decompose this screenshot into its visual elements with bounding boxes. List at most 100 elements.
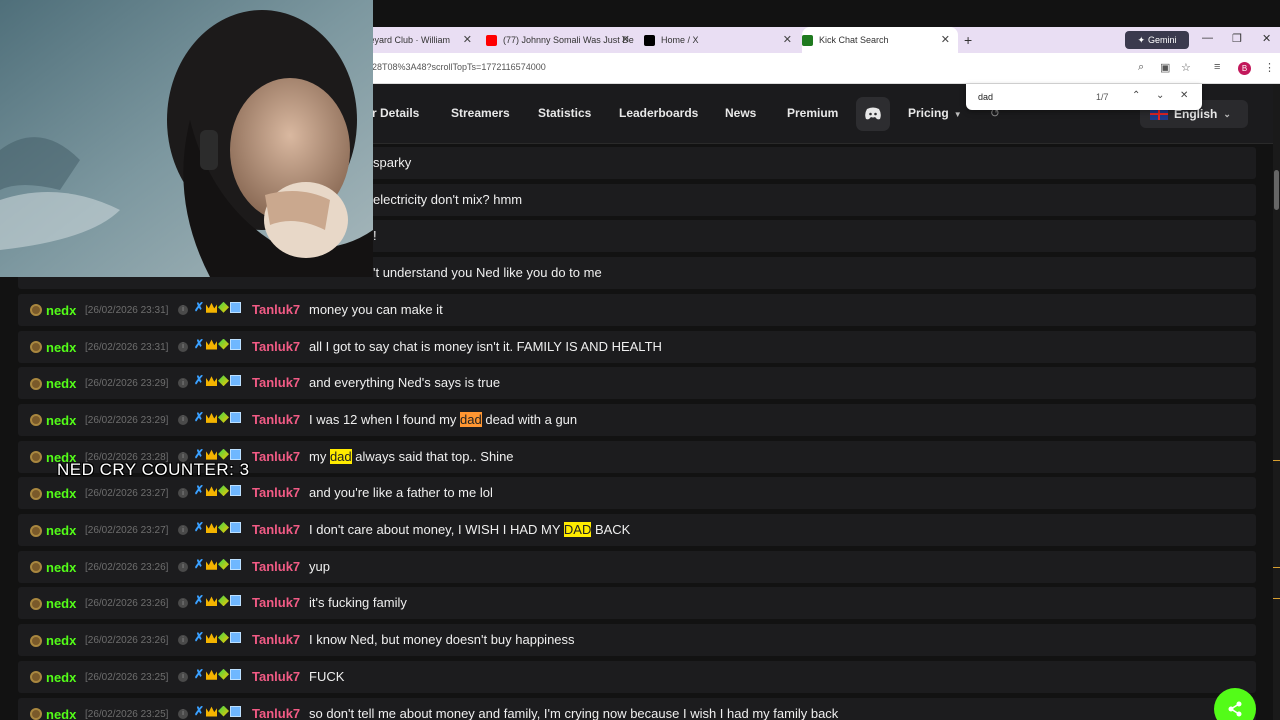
timestamp[interactable]: [26/02/2026 23:29] xyxy=(85,415,168,426)
nav-link-premium[interactable]: Premium xyxy=(787,106,838,120)
channel-tag[interactable]: nedx xyxy=(30,707,76,720)
gemini-button[interactable]: ✦ Gemini xyxy=(1125,31,1189,49)
find-previous-icon[interactable]: ⌃ xyxy=(1132,90,1140,101)
search-highlight: dad xyxy=(460,411,482,427)
info-icon[interactable]: i xyxy=(178,708,188,719)
timestamp[interactable]: [26/02/2026 23:26] xyxy=(85,635,168,646)
info-icon[interactable]: i xyxy=(178,488,188,499)
browser-tab[interactable]: (77) Johnny Somali Was Just De ✕ xyxy=(486,27,638,53)
reading-list-icon[interactable]: ≡ xyxy=(1214,61,1220,73)
channel-tag[interactable]: nedx xyxy=(30,560,76,575)
scrollbar-marker xyxy=(1273,567,1280,568)
info-icon[interactable]: i xyxy=(178,561,188,572)
timestamp[interactable]: [26/02/2026 23:25] xyxy=(85,672,168,683)
nav-link-details[interactable]: r Details xyxy=(372,106,419,120)
channel-name[interactable]: nedx xyxy=(46,303,76,318)
scrollbar-thumb[interactable] xyxy=(1274,170,1279,210)
browser-tab-active[interactable]: Kick Chat Search ✕ xyxy=(802,27,958,53)
username[interactable]: Tanluk7 xyxy=(252,449,300,464)
channel-tag[interactable]: nedx xyxy=(30,596,76,611)
browser-tab[interactable]: aveyard Club · William ✕ xyxy=(360,27,480,53)
tab-close-icon[interactable]: ✕ xyxy=(941,33,950,46)
username[interactable]: Tanluk7 xyxy=(252,339,300,354)
tab-close-icon[interactable]: ✕ xyxy=(463,33,472,46)
timestamp[interactable]: [26/02/2026 23:29] xyxy=(85,378,168,389)
tab-close-icon[interactable]: ✕ xyxy=(621,33,630,46)
info-icon[interactable]: i xyxy=(178,598,188,609)
crown-badge-icon xyxy=(206,669,217,680)
channel-name[interactable]: nedx xyxy=(46,486,76,501)
gem-badge-icon xyxy=(218,705,229,717)
nav-link-news[interactable]: News xyxy=(725,106,756,120)
nav-pricing-dropdown[interactable]: Pricing ▼ xyxy=(908,106,962,120)
find-next-icon[interactable]: ⌄ xyxy=(1156,90,1164,101)
channel-tag[interactable]: nedx xyxy=(30,340,76,355)
username[interactable]: Tanluk7 xyxy=(252,375,300,390)
channel-name[interactable]: nedx xyxy=(46,633,76,648)
info-icon[interactable]: i xyxy=(178,341,188,352)
channel-name[interactable]: nedx xyxy=(46,596,76,611)
channel-tag[interactable]: nedx xyxy=(30,670,76,685)
search-highlight: dad xyxy=(329,448,352,464)
timestamp[interactable]: [26/02/2026 23:31] xyxy=(85,305,168,316)
timestamp[interactable]: [26/02/2026 23:26] xyxy=(85,598,168,609)
browser-tab[interactable]: Home / X ✕ xyxy=(644,27,800,53)
channel-tag[interactable]: nedx xyxy=(30,376,76,391)
username[interactable]: Tanluk7 xyxy=(252,706,300,720)
info-icon[interactable]: i xyxy=(178,378,188,389)
channel-name[interactable]: nedx xyxy=(46,523,76,538)
message-fragment: my xyxy=(309,448,330,464)
username[interactable]: Tanluk7 xyxy=(252,632,300,647)
timestamp[interactable]: [26/02/2026 23:27] xyxy=(85,488,168,499)
channel-tag[interactable]: nedx xyxy=(30,523,76,538)
info-icon[interactable]: i xyxy=(178,304,188,315)
tab-title: Kick Chat Search xyxy=(819,35,889,45)
timestamp[interactable]: [26/02/2026 23:25] xyxy=(85,709,168,720)
channel-name[interactable]: nedx xyxy=(46,670,76,685)
channel-name[interactable]: nedx xyxy=(46,340,76,355)
gem-badge-icon xyxy=(218,411,229,423)
window-close-icon[interactable]: ✕ xyxy=(1262,32,1271,45)
channel-name[interactable]: nedx xyxy=(46,376,76,391)
info-icon[interactable]: i xyxy=(178,525,188,535)
channel-tag[interactable]: nedx xyxy=(30,633,76,648)
username[interactable]: Tanluk7 xyxy=(252,559,300,574)
bookmark-star-icon[interactable]: ☆ xyxy=(1181,61,1191,74)
channel-tag[interactable]: nedx xyxy=(30,413,76,428)
info-icon[interactable]: i xyxy=(178,635,188,646)
timestamp[interactable]: [26/02/2026 23:31] xyxy=(85,342,168,353)
channel-tag[interactable]: nedx xyxy=(30,303,76,318)
url-field[interactable]: 28T08%3A48?scrollTopTs=1772116574000 xyxy=(372,62,546,72)
username[interactable]: Tanluk7 xyxy=(252,595,300,610)
discord-button[interactable] xyxy=(856,97,890,131)
new-tab-button[interactable]: + xyxy=(964,32,972,48)
channel-name[interactable]: nedx xyxy=(46,707,76,720)
find-input[interactable]: dad xyxy=(978,92,993,102)
minimize-icon[interactable]: — xyxy=(1202,32,1213,44)
find-close-icon[interactable]: ✕ xyxy=(1180,90,1188,101)
channel-tag[interactable]: nedx xyxy=(30,486,76,501)
kebab-menu-icon[interactable]: ⋮ xyxy=(1264,61,1275,74)
timestamp[interactable]: [26/02/2026 23:26] xyxy=(85,562,168,573)
nav-link-statistics[interactable]: Statistics xyxy=(538,106,591,120)
find-page-icon[interactable]: ▣ xyxy=(1160,61,1170,74)
username[interactable]: Tanluk7 xyxy=(252,669,300,684)
username[interactable]: Tanluk7 xyxy=(252,412,300,427)
info-icon[interactable]: i xyxy=(178,671,188,682)
subscriber-badge-icon xyxy=(230,668,241,680)
info-icon[interactable]: i xyxy=(178,414,188,425)
nav-link-leaderboards[interactable]: Leaderboards xyxy=(619,106,698,120)
channel-name[interactable]: nedx xyxy=(46,560,76,575)
channel-name[interactable]: nedx xyxy=(46,413,76,428)
username[interactable]: Tanluk7 xyxy=(252,302,300,317)
tab-close-icon[interactable]: ✕ xyxy=(783,33,792,46)
username[interactable]: Tanluk7 xyxy=(252,485,300,500)
timestamp[interactable]: [26/02/2026 23:27] xyxy=(85,525,168,536)
username[interactable]: Tanluk7 xyxy=(252,522,300,537)
nav-link-streamers[interactable]: Streamers xyxy=(451,106,510,120)
webcam-overlay xyxy=(0,0,373,277)
zoom-icon[interactable]: ⌕ xyxy=(1138,61,1144,74)
profile-avatar[interactable]: B xyxy=(1238,62,1251,75)
chat-row: nedx [26/02/2026 23:25] i ✗ Tanluk7 FUCK xyxy=(18,660,1256,693)
restore-icon[interactable]: ❐ xyxy=(1232,32,1242,45)
